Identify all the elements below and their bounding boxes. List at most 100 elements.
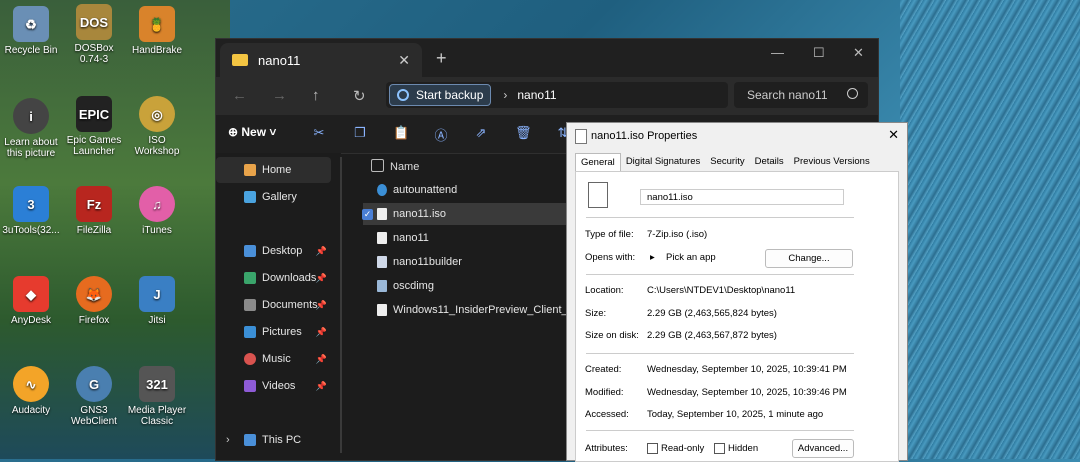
new-button[interactable]: ⊕ New ˅ [228,125,276,139]
list-item-selected[interactable]: ✓ nano11.iso [362,203,578,225]
gallery-icon [244,191,256,203]
tab-previous-versions[interactable]: Previous Versions [789,153,875,171]
desktop-icon-label: Firefox [78,315,110,326]
pin-icon[interactable]: 📌 [316,273,327,284]
tab-security[interactable]: Security [705,153,749,171]
list-item[interactable]: oscdimg [363,275,578,297]
file-name: nano11.iso [393,208,447,220]
created-value: Wednesday, September 10, 2025, 10:39:41 … [647,364,847,375]
desktop-icon-recycle-bin[interactable]: ♻ Recycle Bin [0,6,62,56]
desktop-icon-gns3[interactable]: G GNS3 WebClient [63,366,125,427]
pin-icon[interactable]: 📌 [316,246,327,257]
exe-file-icon [377,280,387,292]
desktop-icon-3utools[interactable]: 3 3uTools(32... [0,186,62,236]
breadcrumb-nano11[interactable]: nano11 [517,88,556,102]
list-item[interactable]: Windows11_InsiderPreview_Client_x64_ [363,299,593,321]
checkbox-checked-icon[interactable]: ✓ [362,208,373,220]
forward-arrow-icon[interactable]: → [272,87,287,104]
sidebar-item-gallery[interactable]: Gallery [216,184,331,210]
desktop-icon-label: Recycle Bin [4,45,58,56]
sidebar-item-label: Home [262,164,292,176]
sidebar-item-downloads[interactable]: Downloads 📌 [216,265,331,291]
rename-icon[interactable]: Ⓐ [434,125,448,143]
desktop-icon-jitsi[interactable]: J Jitsi [126,276,188,326]
sidebar-item-videos[interactable]: Videos 📌 [216,373,331,399]
copy-icon[interactable]: ❐ [353,125,367,140]
sidebar-item-documents[interactable]: Documents 📌 [216,292,331,318]
file-type-icon [588,182,608,208]
search-placeholder: Search nano11 [747,88,828,102]
desktop-icon-handbrake[interactable]: 🍍 HandBrake [126,6,188,56]
change-button[interactable]: Change... [765,249,853,268]
hidden-checkbox[interactable]: Hidden [714,443,758,454]
desktop-icon-iso-workshop[interactable]: ◎ ISO Workshop [126,96,188,157]
itunes-icon: ♫ [139,186,175,222]
divider [586,274,854,275]
this-pc-icon [244,434,256,446]
handbrake-icon: 🍍 [139,6,175,42]
pin-icon[interactable]: 📌 [316,300,327,311]
pin-icon[interactable]: 📌 [316,327,327,338]
filezilla-icon: Fz [76,186,112,222]
start-backup-button[interactable]: Start backup [389,84,492,106]
close-window-icon[interactable]: ✕ [853,45,864,61]
sidebar-item-this-pc[interactable]: › This PC [216,427,331,453]
cut-icon[interactable]: ✂ [312,125,326,140]
desktop-icon-dosbox[interactable]: DOS DOSBox 0.74-3 [63,4,125,65]
new-tab-icon[interactable]: + [436,48,447,69]
paste-icon[interactable]: 📋 [393,125,409,140]
explorer-titlebar: nano11 ✕ + — ☐ ✕ [216,39,878,77]
pin-icon[interactable]: 📌 [316,381,327,392]
list-item[interactable]: autounattend [363,179,578,201]
filename-field[interactable]: nano11.iso [640,189,844,205]
checkbox-icon [647,443,658,454]
share-icon[interactable]: ⇗ [474,125,488,140]
advanced-button[interactable]: Advanced... [792,439,854,458]
type-label: Type of file: [585,229,634,240]
sidebar-scrollbar[interactable] [340,157,342,453]
tab-general[interactable]: General [575,153,621,171]
refresh-icon[interactable]: ↻ [353,87,366,105]
address-field[interactable]: Start backup › nano11 [386,82,728,108]
tab-details[interactable]: Details [750,153,789,171]
tab-digital-signatures[interactable]: Digital Signatures [621,153,705,171]
sidebar-item-label: Videos [262,380,296,392]
list-item[interactable]: nano11 [363,227,578,249]
dialog-title: nano11.iso Properties [591,130,698,142]
desktop-icon-itunes[interactable]: ♫ iTunes [126,186,188,236]
maximize-icon[interactable]: ☐ [813,45,825,61]
readonly-checkbox[interactable]: Read-only [647,443,704,454]
close-icon[interactable]: ✕ [888,127,899,143]
list-item[interactable]: nano11builder [363,251,578,273]
desktop-icon-filezilla[interactable]: Fz FileZilla [63,186,125,236]
chevron-right-icon[interactable]: › [226,434,230,446]
desktop-icon-anydesk[interactable]: ◆ AnyDesk [0,276,62,326]
desktop-icon-media-player[interactable]: 321 Media Player Classic [126,366,188,427]
file-name: nano11 [393,232,429,244]
file-name: Windows11_InsiderPreview_Client_x64_ [393,304,592,316]
desktop-icon-epic[interactable]: EPIC Epic Games Launcher [63,96,125,157]
pin-icon[interactable]: 📌 [316,354,327,365]
up-arrow-icon[interactable]: ↑ [312,87,320,104]
desktop-icon-audacity[interactable]: ∿ Audacity [0,366,62,416]
sidebar-item-music[interactable]: Music 📌 [216,346,331,372]
select-all-checkbox[interactable] [371,159,384,172]
sidebar-item-label: Gallery [262,191,297,203]
folder-icon [232,54,248,66]
sidebar-item-desktop[interactable]: Desktop 📌 [216,238,331,264]
desktop-icon-label: 3uTools(32... [2,225,60,236]
sidebar-item-home[interactable]: Home [216,157,331,183]
desktop-icon-label: HandBrake [131,45,183,56]
divider [586,430,854,431]
column-header-name[interactable]: Name [390,161,419,173]
desktop-icon-firefox[interactable]: 🦊 Firefox [63,276,125,326]
tab-nano11[interactable]: nano11 ✕ [220,43,422,77]
back-arrow-icon[interactable]: ← [232,87,247,104]
sidebar-item-pictures[interactable]: Pictures 📌 [216,319,331,345]
search-input[interactable]: Search nano11 [734,82,868,108]
delete-icon[interactable]: 🗑 [515,125,532,140]
close-tab-icon[interactable]: ✕ [398,52,410,69]
hidden-label: Hidden [728,443,759,455]
desktop-icon-learn[interactable]: i Learn about this picture [0,98,62,159]
minimize-icon[interactable]: — [771,45,784,60]
